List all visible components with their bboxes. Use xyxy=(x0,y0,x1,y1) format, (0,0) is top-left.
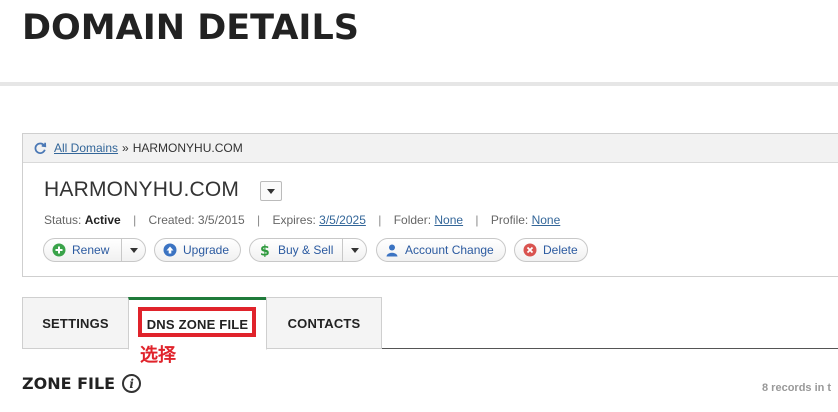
profile-link[interactable]: None xyxy=(532,213,561,227)
account-change-button[interactable]: Account Change xyxy=(376,238,506,262)
up-arrow-circle-icon xyxy=(163,243,177,257)
zone-file-heading: ZONE FILE i xyxy=(22,374,142,393)
upgrade-button[interactable]: Upgrade xyxy=(154,238,241,262)
domain-name: HARMONYHU.COM xyxy=(44,178,240,201)
buy-sell-label: Buy & Sell xyxy=(278,243,334,257)
svg-text:$: $ xyxy=(260,244,270,258)
divider: | xyxy=(475,213,479,227)
renew-button[interactable]: Renew xyxy=(43,238,146,262)
zone-file-title: ZONE FILE xyxy=(22,374,116,393)
breadcrumb-current: HARMONYHU.COM xyxy=(132,141,243,155)
buy-sell-dropdown[interactable] xyxy=(342,239,366,261)
chevron-down-icon xyxy=(129,247,138,253)
renew-dropdown[interactable] xyxy=(121,239,145,261)
annotation-label: 选择 xyxy=(140,345,176,366)
delete-button[interactable]: Delete xyxy=(514,238,588,262)
folder-link[interactable]: None xyxy=(434,213,463,227)
account-change-label: Account Change xyxy=(405,243,494,257)
dollar-icon: $ xyxy=(260,244,270,258)
chevron-down-icon xyxy=(350,247,359,253)
divider: | xyxy=(256,213,261,227)
profile-label: Profile: xyxy=(490,213,529,227)
divider: | xyxy=(378,213,382,227)
domain-meta: Status: Active | Created: 3/5/2015 | Exp… xyxy=(44,213,560,227)
plus-circle-icon xyxy=(52,243,66,257)
status-value: Active xyxy=(84,213,121,227)
renew-label: Renew xyxy=(72,243,110,257)
created-label: Created: xyxy=(148,213,195,227)
domain-panel: All Domains » HARMONYHU.COM HARMONYHU.CO… xyxy=(22,133,838,277)
tab-settings[interactable]: SETTINGS xyxy=(22,297,129,349)
title-divider xyxy=(0,82,838,86)
domain-menu-dropdown[interactable] xyxy=(260,181,282,201)
status-label: Status: xyxy=(44,213,82,227)
folder-label: Folder: xyxy=(393,213,432,227)
refresh-icon[interactable] xyxy=(33,141,47,155)
breadcrumb-all-domains-link[interactable]: All Domains xyxy=(54,141,118,155)
records-count: 8 records in t xyxy=(762,382,832,394)
user-icon xyxy=(386,244,398,257)
delete-label: Delete xyxy=(543,243,578,257)
created-value: 3/5/2015 xyxy=(197,213,245,227)
chevron-down-icon xyxy=(267,188,275,194)
x-circle-icon xyxy=(523,243,537,257)
expires-link[interactable]: 3/5/2025 xyxy=(319,213,366,227)
upgrade-label: Upgrade xyxy=(183,243,230,257)
divider: | xyxy=(133,213,137,227)
annotation-highlight-box xyxy=(138,307,256,337)
breadcrumb-separator: » xyxy=(122,141,129,155)
tab-contacts[interactable]: CONTACTS xyxy=(266,297,382,349)
expires-label: Expires: xyxy=(272,213,316,227)
info-icon[interactable]: i xyxy=(122,374,142,393)
buy-sell-button[interactable]: $ Buy & Sell xyxy=(249,238,367,262)
breadcrumb: All Domains » HARMONYHU.COM xyxy=(23,134,838,163)
page-title: DOMAIN DETAILS xyxy=(22,8,359,48)
